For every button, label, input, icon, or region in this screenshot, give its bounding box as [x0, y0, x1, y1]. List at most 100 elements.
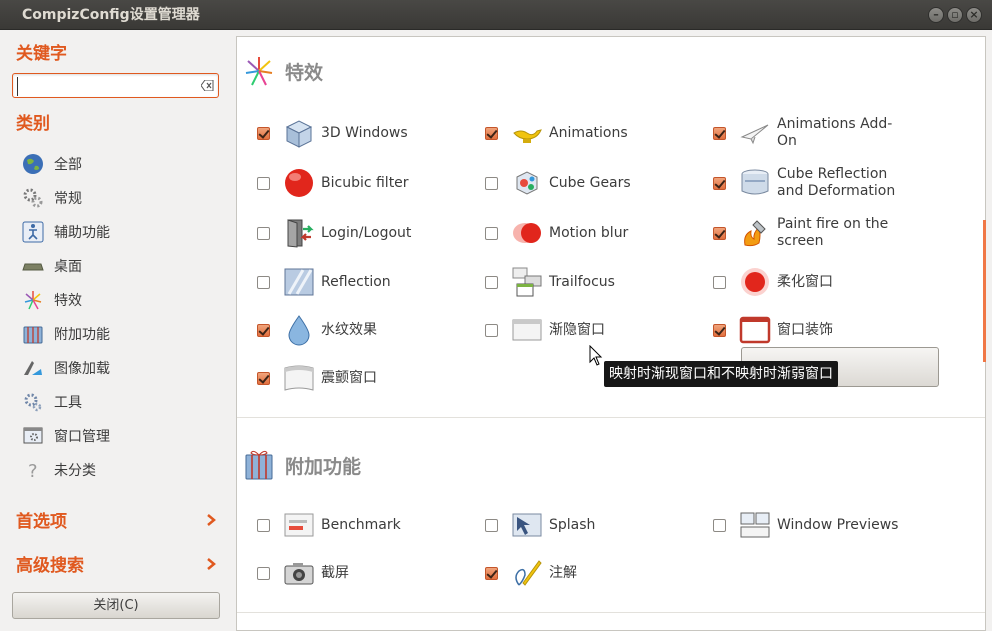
question-icon: ?	[28, 461, 38, 481]
plugin-checkbox[interactable]	[257, 566, 270, 580]
plugin-trailfocus[interactable]: Trailfocus	[485, 265, 679, 299]
section-divider	[237, 417, 985, 418]
plugin-checkbox[interactable]	[485, 566, 498, 580]
plugin-animations-add-on[interactable]: Animations Add-On	[713, 116, 907, 150]
plugin-label: Motion blur	[549, 224, 629, 241]
search-input[interactable]	[17, 77, 198, 96]
annotate-icon	[515, 560, 542, 586]
window-previews-icon	[740, 512, 770, 538]
plugin-label: 注解	[549, 564, 577, 581]
plugin-login-logout[interactable]: Login/Logout	[257, 216, 451, 250]
section-title-text: 特效	[285, 61, 324, 84]
preferences-link[interactable]: 首选项	[16, 507, 216, 532]
plugin-checkbox[interactable]	[257, 226, 270, 240]
plugin-animations[interactable]: Animations	[485, 116, 679, 150]
plugin-soft-windows[interactable]: 柔化窗口	[713, 265, 907, 299]
plugin-label: 截屏	[321, 564, 349, 581]
plugin-checkbox[interactable]	[713, 518, 726, 532]
plugin-wobbly-windows[interactable]: 震颤窗口	[257, 361, 451, 395]
window-title: CompizConfig设置管理器	[22, 7, 200, 23]
plugin-label: Bicubic filter	[321, 174, 409, 191]
section-title-effects: 特效	[243, 55, 323, 87]
plugin-checkbox[interactable]	[257, 275, 270, 289]
gift-icon	[23, 326, 43, 344]
3d-windows-icon	[285, 120, 313, 148]
plugin-cube-gears[interactable]: Cube Gears	[485, 166, 679, 200]
plugin-checkbox[interactable]	[257, 518, 270, 532]
plugin-checkbox[interactable]	[713, 176, 726, 190]
category-label: 辅助功能	[54, 225, 110, 241]
plugin-list-panel: 特效 3D Windows Animations Animations Add-…	[236, 36, 986, 631]
image-loading-icon	[24, 361, 42, 375]
plugin-checkbox[interactable]	[485, 226, 498, 240]
plugin-screenshot[interactable]: 截屏	[257, 556, 451, 590]
fire-icon	[744, 220, 766, 247]
plugin-checkbox[interactable]	[713, 226, 726, 240]
plugin-label: Cube Gears	[549, 174, 631, 191]
plugin-benchmark[interactable]: Benchmark	[257, 508, 451, 542]
category-all[interactable]: 全部	[22, 152, 82, 176]
plugin-checkbox[interactable]	[485, 323, 498, 337]
gift-icon	[245, 450, 273, 480]
tools-icon	[24, 393, 42, 412]
water-drop-icon	[288, 315, 310, 346]
plugin-checkbox[interactable]	[257, 176, 270, 190]
category-window-management[interactable]: 窗口管理	[22, 424, 110, 448]
category-image-loading[interactable]: 图像加载	[22, 356, 110, 380]
minimize-button[interactable]: –	[928, 7, 944, 23]
category-tools[interactable]: 工具	[22, 390, 82, 414]
plugin-checkbox[interactable]	[257, 371, 270, 385]
plugin-checkbox[interactable]	[713, 275, 726, 289]
plugin-checkbox[interactable]	[485, 126, 498, 140]
search-field[interactable]	[12, 73, 219, 98]
title-bar: CompizConfig设置管理器 – ▫ ×	[0, 0, 992, 30]
plugin-checkbox[interactable]	[257, 126, 270, 140]
cylinder-icon	[741, 169, 769, 195]
category-uncategorized[interactable]: ? 未分类	[22, 458, 96, 482]
plugin-reflection[interactable]: Reflection	[257, 265, 451, 299]
section-divider	[237, 612, 985, 613]
trailfocus-icon	[512, 267, 542, 297]
mouse-cursor-icon	[589, 345, 603, 366]
category-accessibility[interactable]: 辅助功能	[22, 220, 110, 244]
plugin-checkbox[interactable]	[485, 518, 498, 532]
close-window-button[interactable]: ×	[966, 7, 982, 23]
plugin-cube-reflection[interactable]: Cube Reflection and Deformation	[713, 166, 907, 200]
plugin-label: Animations Add-On	[777, 116, 893, 149]
plugin-fading-windows[interactable]: 渐隐窗口	[485, 313, 679, 347]
plugin-3d-windows[interactable]: 3D Windows	[257, 116, 451, 150]
plugin-bicubic-filter[interactable]: Bicubic filter	[257, 166, 451, 200]
plugin-label: Animations	[549, 124, 628, 141]
plugin-checkbox[interactable]	[713, 126, 726, 140]
plugin-label: 震颤窗口	[321, 369, 377, 386]
plugin-annotate[interactable]: 注解	[485, 556, 679, 590]
plugin-checkbox[interactable]	[713, 323, 726, 337]
category-extras[interactable]: 附加功能	[22, 322, 110, 346]
maximize-button[interactable]: ▫	[947, 7, 963, 23]
plugin-motion-blur[interactable]: Motion blur	[485, 216, 679, 250]
scrollbar-thumb[interactable]	[983, 220, 986, 362]
plugin-label: Cube Reflection and Deformation	[777, 166, 896, 199]
category-effects[interactable]: 特效	[22, 288, 82, 312]
clear-icon[interactable]	[201, 80, 214, 91]
reflection-icon	[284, 268, 314, 296]
plugin-window-previews[interactable]: Window Previews	[713, 508, 907, 542]
close-button[interactable]: 关闭(C)	[12, 592, 220, 619]
category-general[interactable]: 常规	[22, 186, 82, 210]
plugin-window-decoration[interactable]: 窗口装饰	[713, 313, 907, 347]
advanced-search-label: 高级搜索	[16, 556, 84, 576]
category-label: 桌面	[54, 259, 82, 275]
globe-icon	[23, 154, 43, 174]
advanced-search-link[interactable]: 高级搜索	[16, 551, 216, 576]
plugin-splash[interactable]: Splash	[485, 508, 679, 542]
category-label: 未分类	[54, 463, 96, 479]
plugin-checkbox[interactable]	[485, 275, 498, 289]
category-desktop[interactable]: 桌面	[22, 254, 82, 278]
plugin-paint-fire[interactable]: Paint fire on the screen	[713, 216, 907, 250]
plugin-checkbox[interactable]	[257, 323, 270, 337]
chevron-right-icon	[207, 557, 216, 570]
plugin-checkbox[interactable]	[485, 176, 498, 190]
plugin-label: 窗口装饰	[777, 321, 833, 338]
plugin-water[interactable]: 水纹效果	[257, 313, 451, 347]
plugin-label: 柔化窗口	[777, 273, 833, 290]
